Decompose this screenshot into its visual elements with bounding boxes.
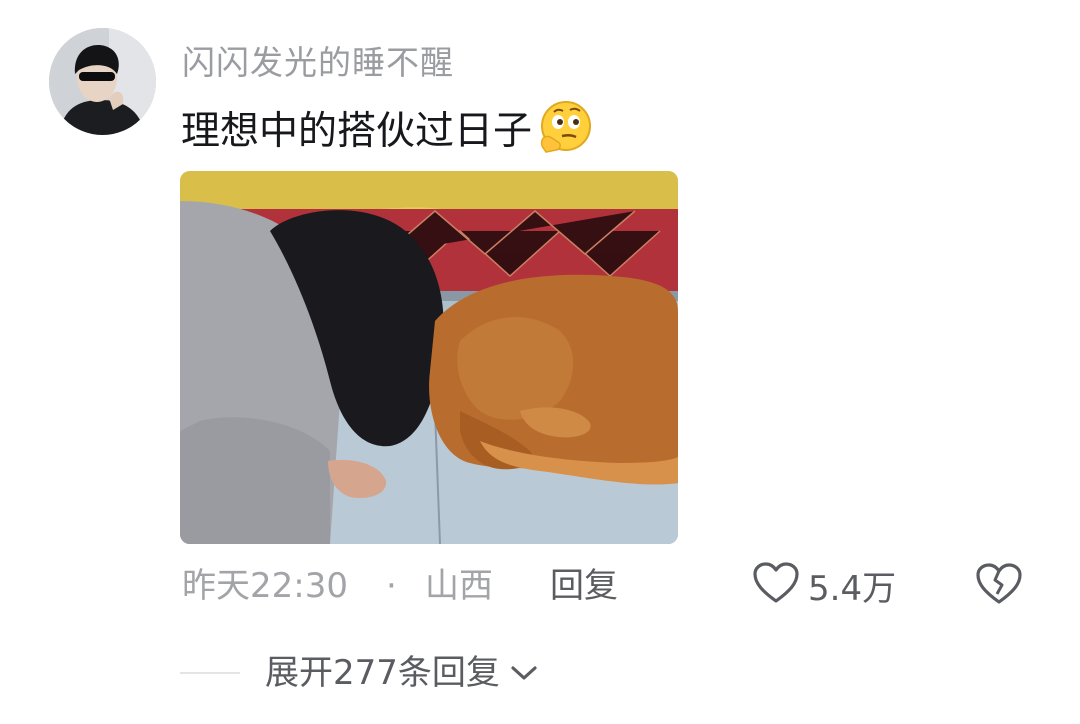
comment-text: 理想中的搭伙过日子 <box>181 98 594 158</box>
expand-replies-label: 展开277条回复 <box>265 653 500 693</box>
comment-location: 山西 <box>425 566 493 606</box>
photo-woman-and-dog <box>180 171 678 544</box>
chevron-down-icon <box>510 664 538 682</box>
avatar[interactable] <box>49 28 156 135</box>
expand-replies-button[interactable]: 展开277条回复 <box>265 650 538 696</box>
expand-divider <box>180 672 240 674</box>
like-count: 5.4万 <box>808 568 897 609</box>
meta-separator: · <box>386 566 397 606</box>
comment-image[interactable] <box>180 171 678 544</box>
like-button[interactable]: 5.4万 <box>752 560 896 610</box>
reply-button[interactable]: 回复 <box>550 563 618 609</box>
broken-heart-icon <box>975 563 1023 610</box>
username[interactable]: 闪闪发光的睡不醒 <box>182 36 454 84</box>
heart-icon <box>752 561 800 609</box>
comment-body: 理想中的搭伙过日子 <box>181 109 533 154</box>
avatar-image <box>49 28 156 135</box>
thinking-face-icon <box>534 98 594 158</box>
dislike-button[interactable] <box>975 562 1023 610</box>
comment-time: 昨天22:30 <box>182 566 348 606</box>
